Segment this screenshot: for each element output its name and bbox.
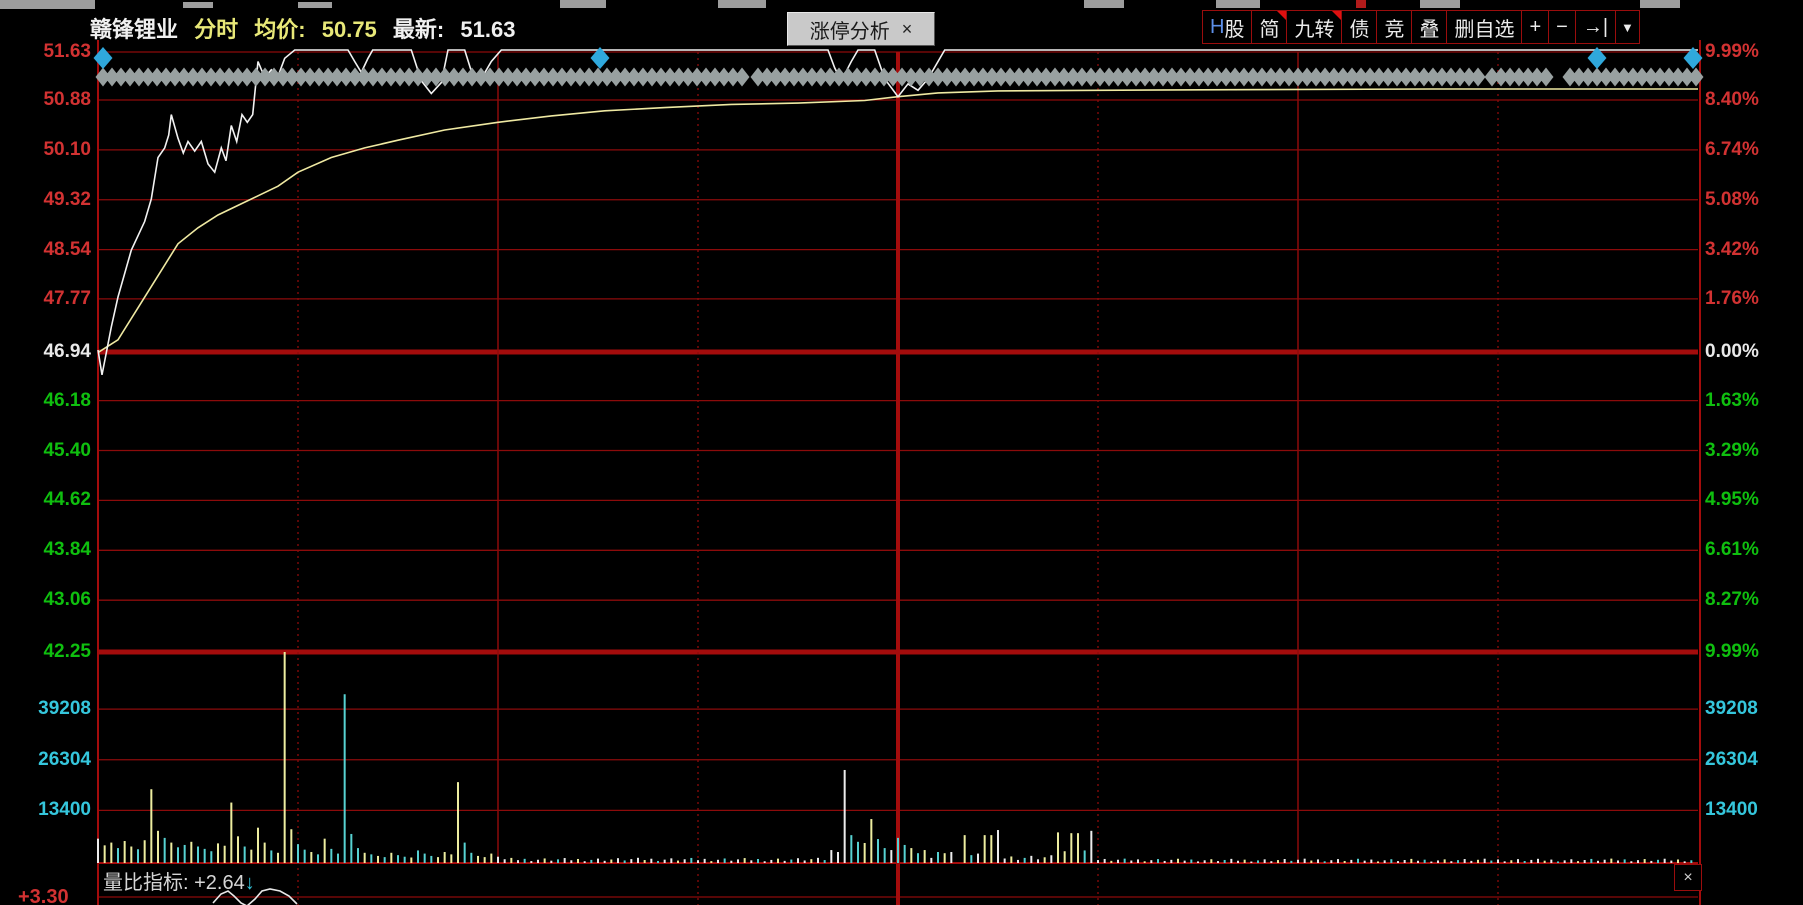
- percent-axis-label: 8.27%: [1705, 590, 1759, 609]
- indicator-close-button[interactable]: ×: [1674, 864, 1702, 891]
- price-axis-label: 44.62: [43, 490, 91, 509]
- last-price-value: 51.63: [460, 17, 515, 42]
- last-price-label: 最新:: [393, 17, 444, 42]
- price-axis-label: 51.63: [43, 42, 91, 61]
- indicator-axis-label: +3.30: [18, 886, 69, 905]
- price-axis-label: 47.77: [43, 289, 91, 308]
- toolbar-button-accent-char: H: [1210, 16, 1224, 39]
- toolbar-button-9[interactable]: →|: [1575, 10, 1616, 44]
- red-corner-flag-icon: [1277, 11, 1286, 20]
- percent-axis-label: 6.74%: [1705, 140, 1759, 159]
- stock-name: 赣锋锂业: [90, 17, 178, 42]
- percent-axis-label: 3.42%: [1705, 240, 1759, 259]
- indicator-down-arrow-icon: ↓: [245, 872, 255, 894]
- toolbar-button-10[interactable]: ▼: [1615, 10, 1640, 44]
- percent-axis-label: 5.08%: [1705, 190, 1759, 209]
- price-axis-label: 42.25: [43, 642, 91, 661]
- percent-axis-label: 0.00%: [1705, 342, 1759, 361]
- toolbar-button-2[interactable]: 九转: [1286, 10, 1342, 44]
- percent-axis-label: 4.95%: [1705, 490, 1759, 509]
- percent-axis-label: 1.76%: [1705, 289, 1759, 308]
- percent-axis-label: 6.61%: [1705, 540, 1759, 559]
- stock-header: 赣锋锂业 分时 均价: 50.75 最新: 51.63: [90, 12, 525, 44]
- volume-ratio-indicator-row: 量比指标: +2.64↓: [103, 866, 255, 895]
- intraday-chart: [0, 0, 1803, 905]
- price-axis-label: 49.32: [43, 190, 91, 209]
- volume-axis-label: 26304: [1705, 750, 1758, 769]
- tab-limit-up-analysis[interactable]: 涨停分析 ×: [787, 12, 935, 46]
- price-axis-label: 48.54: [43, 240, 91, 259]
- toolbar-button-3[interactable]: 债: [1341, 10, 1377, 44]
- percent-axis-label: 9.99%: [1705, 642, 1759, 661]
- price-axis-label: 50.10: [43, 140, 91, 159]
- chart-toolbar: H股简九转债竞叠删自选+−→|▼: [1203, 10, 1640, 44]
- percent-axis-label: 9.99%: [1705, 42, 1759, 61]
- tab-label: 涨停分析: [810, 15, 890, 44]
- toolbar-button-0[interactable]: H股: [1202, 10, 1252, 44]
- toolbar-button-6[interactable]: 删自选: [1446, 10, 1522, 44]
- volume-axis-label: 13400: [1705, 800, 1758, 819]
- toolbar-button-4[interactable]: 竞: [1376, 10, 1412, 44]
- price-axis-label: 43.84: [43, 540, 91, 559]
- percent-axis-label: 8.40%: [1705, 90, 1759, 109]
- avg-price-value: 50.75: [322, 17, 377, 42]
- price-axis-label: 46.18: [43, 391, 91, 410]
- price-axis-label: 46.94: [43, 342, 91, 361]
- percent-axis-label: 1.63%: [1705, 391, 1759, 410]
- price-axis-label: 50.88: [43, 90, 91, 109]
- percent-axis-label: 3.29%: [1705, 441, 1759, 460]
- avg-price-label: 均价:: [254, 17, 305, 42]
- volume-axis-label: 26304: [38, 750, 91, 769]
- toolbar-button-8[interactable]: −: [1548, 10, 1576, 44]
- price-axis-label: 43.06: [43, 590, 91, 609]
- red-corner-flag-icon: [1332, 11, 1341, 20]
- toolbar-button-1[interactable]: 简: [1251, 10, 1287, 44]
- tab-close-icon[interactable]: ×: [902, 19, 913, 40]
- volume-axis-label: 13400: [38, 800, 91, 819]
- toolbar-button-7[interactable]: +: [1521, 10, 1549, 44]
- close-icon: ×: [1683, 869, 1692, 887]
- trading-app-window: 赣锋锂业 分时 均价: 50.75 最新: 51.63 涨停分析 × H股简九转…: [0, 0, 1803, 905]
- view-mode-label: 分时: [194, 17, 238, 42]
- price-axis-label: 45.40: [43, 441, 91, 460]
- indicator-label: 量比指标: +2.64: [103, 872, 245, 894]
- toolbar-button-5[interactable]: 叠: [1411, 10, 1447, 44]
- volume-axis-label: 39208: [1705, 699, 1758, 718]
- volume-axis-label: 39208: [38, 699, 91, 718]
